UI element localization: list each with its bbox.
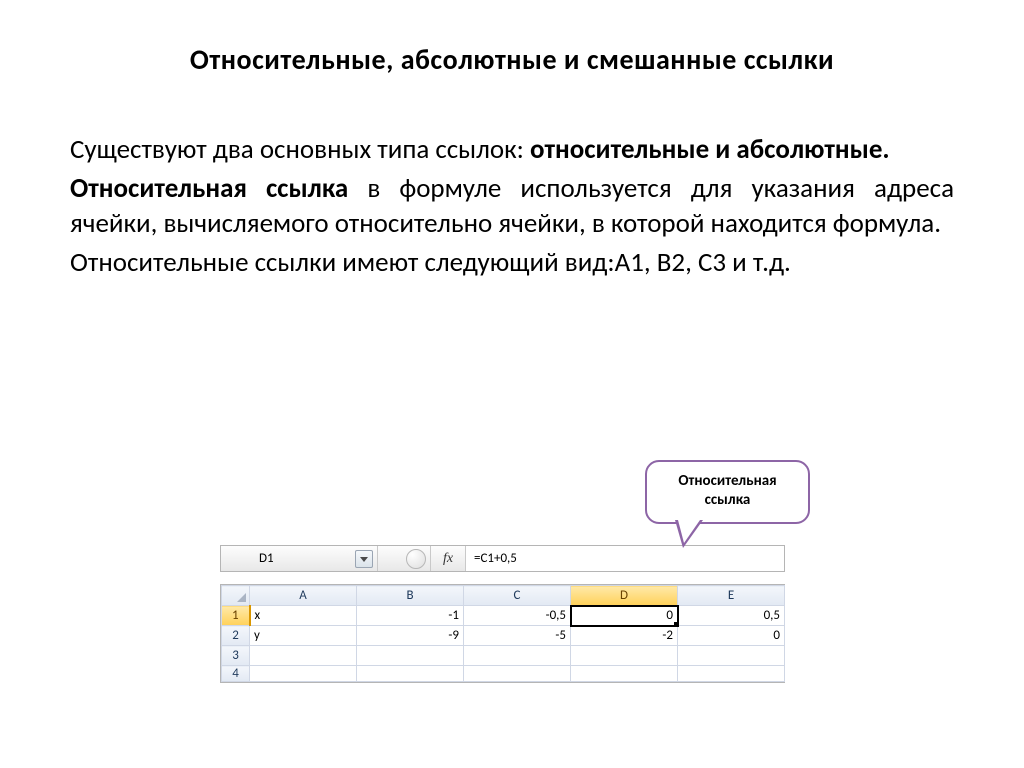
paragraph-2: Относительная ссылка в формуле используе…	[70, 171, 954, 241]
paragraph-1: Существуют два основных типа ссылок: отн…	[70, 132, 954, 167]
fx-button[interactable]: fx	[431, 546, 466, 571]
cell-a3[interactable]	[250, 646, 357, 666]
cell-b1[interactable]: -1	[357, 606, 464, 626]
col-header-c[interactable]: C	[464, 586, 571, 606]
slide-title: Относительные, абсолютные и смешанные сс…	[70, 42, 954, 77]
cell-d3[interactable]	[571, 646, 678, 666]
cell-d2[interactable]: -2	[571, 626, 678, 646]
cell-a4[interactable]	[250, 666, 357, 682]
name-box[interactable]: D1	[221, 546, 378, 571]
cell-c2[interactable]: -5	[464, 626, 571, 646]
p1-text: Существуют два основных типа ссылок:	[70, 133, 530, 166]
cell-d1[interactable]: 0	[571, 606, 678, 626]
col-header-a[interactable]: A	[250, 586, 357, 606]
formula-text: =C1+0,5	[474, 551, 517, 566]
chevron-down-icon	[360, 557, 368, 562]
cell-e3[interactable]	[678, 646, 785, 666]
cell-e2[interactable]: 0	[678, 626, 785, 646]
col-header-e[interactable]: E	[678, 586, 785, 606]
row-header-3[interactable]: 3	[222, 646, 250, 666]
row-header-4[interactable]: 4	[222, 666, 250, 682]
grid-table: A B C D E 1 x -1 -0,5 0 0,5 2 y -9	[221, 585, 785, 682]
cell-c1[interactable]: -0,5	[464, 606, 571, 626]
cell-a2[interactable]: y	[250, 626, 357, 646]
paragraph-3: Относительные ссылки имеют следующий вид…	[70, 245, 954, 280]
callout-line2: ссылка	[653, 491, 802, 510]
fx-label-text: fx	[443, 551, 453, 567]
cell-e1[interactable]: 0,5	[678, 606, 785, 626]
expand-formula-icon[interactable]	[406, 549, 426, 569]
cell-d4[interactable]	[571, 666, 678, 682]
row-header-2[interactable]: 2	[222, 626, 250, 646]
table-row: 3	[222, 646, 785, 666]
callout-line1: Относительная	[653, 472, 802, 491]
select-all-corner[interactable]	[222, 586, 250, 606]
cell-e4[interactable]	[678, 666, 785, 682]
row-header-1[interactable]: 1	[222, 606, 250, 626]
body-text: Существуют два основных типа ссылок: отн…	[70, 132, 954, 280]
p1-bold: относительные и абсолютные.	[530, 133, 890, 166]
cell-c4[interactable]	[464, 666, 571, 682]
formula-input[interactable]: =C1+0,5	[466, 546, 784, 571]
cell-b3[interactable]	[357, 646, 464, 666]
excel-screenshot: D1 fx =C1+0,5	[220, 545, 785, 683]
spacer	[220, 572, 785, 584]
col-header-b[interactable]: B	[357, 586, 464, 606]
callout-arrow-fill	[678, 520, 700, 543]
worksheet: A B C D E 1 x -1 -0,5 0 0,5 2 y -9	[220, 584, 785, 683]
slide: Относительные, абсолютные и смешанные сс…	[0, 0, 1024, 768]
cell-b2[interactable]: -9	[357, 626, 464, 646]
table-row: 1 x -1 -0,5 0 0,5	[222, 606, 785, 626]
column-header-row: A B C D E	[222, 586, 785, 606]
table-row: 4	[222, 666, 785, 682]
formula-bar: D1 fx =C1+0,5	[220, 545, 785, 572]
cell-c3[interactable]	[464, 646, 571, 666]
formula-tools	[378, 546, 431, 571]
callout-bubble: Относительная ссылка	[645, 460, 810, 524]
name-box-dropdown[interactable]	[355, 550, 373, 568]
p2-bold: Относительная ссылка	[70, 172, 348, 205]
cell-b4[interactable]	[357, 666, 464, 682]
table-row: 2 y -9 -5 -2 0	[222, 626, 785, 646]
name-box-value: D1	[259, 551, 274, 566]
cell-a1[interactable]: x	[250, 606, 357, 626]
col-header-d[interactable]: D	[571, 586, 678, 606]
